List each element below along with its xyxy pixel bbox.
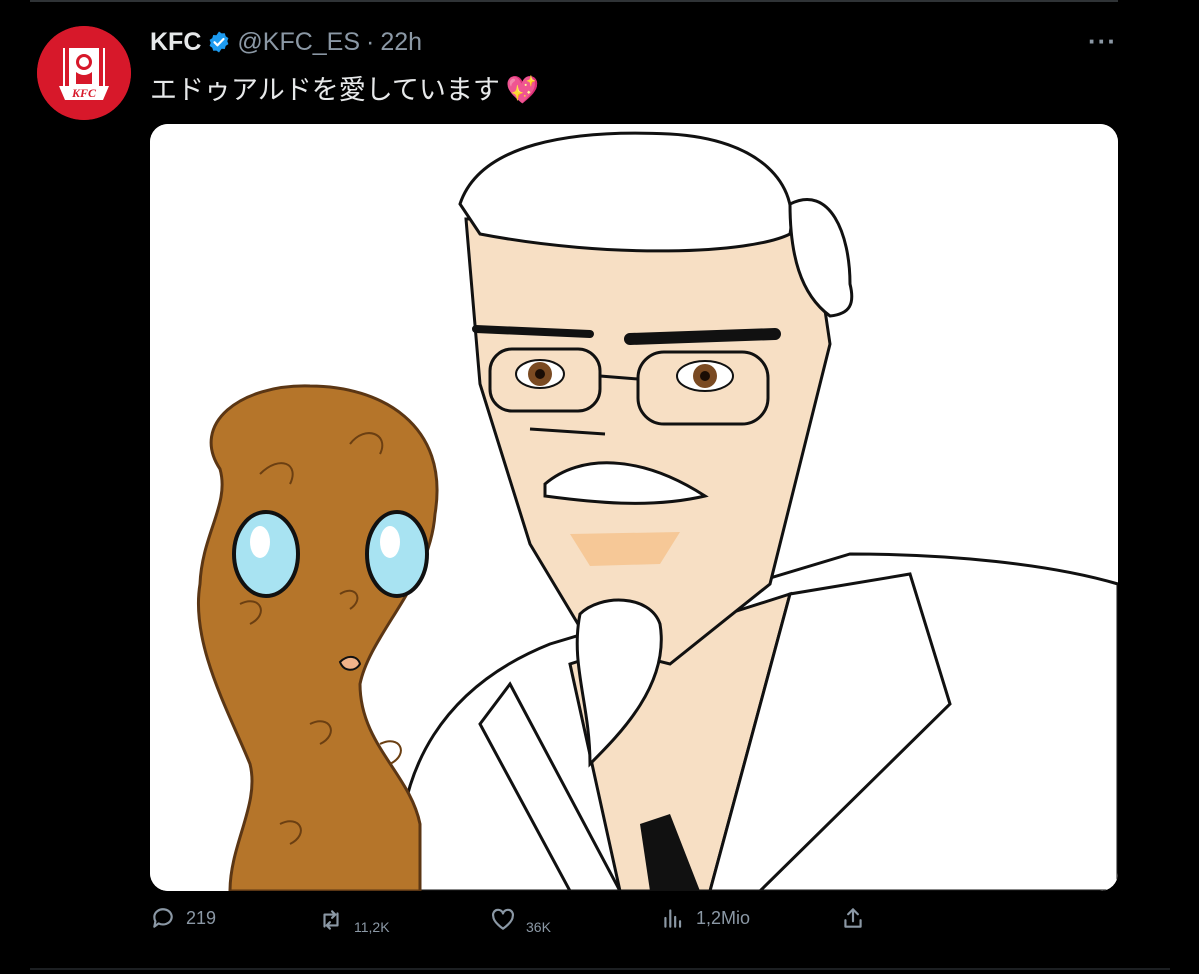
like-count: 36K [526,919,551,935]
reply-button[interactable]: 219 [150,905,216,931]
views-icon [664,909,682,928]
reply-icon [153,908,173,928]
eyebrow-right [624,328,781,345]
more-icon[interactable]: ··· [1088,26,1117,57]
author-name[interactable]: KFC [150,28,201,57]
retweet-icon [323,910,339,930]
illustration [150,124,1118,891]
reply-count: 219 [186,907,217,928]
tweet-text: エドゥアルドを愛しています 💖 [150,68,540,107]
sparkling-heart-emoji: 💖 [505,75,540,106]
share-button[interactable] [840,905,866,931]
like-button[interactable]: 36K [490,905,551,935]
top-divider [30,0,1118,2]
share-icon [844,908,862,928]
kfc-logo-text: KFC [71,86,97,100]
views-count: 1,2Mio [696,907,751,928]
retweet-count: 11,2K [354,919,390,935]
bottom-divider [30,968,1170,970]
like-icon [492,908,514,930]
retweet-button[interactable]: 11,2K [318,905,390,935]
header-separator: · [366,27,375,56]
tweet-timestamp[interactable]: 22h [380,28,422,57]
eyebrow-left [472,325,594,338]
tweet-header: KFC @KFC_ES · 22h [150,27,422,57]
tweet-body: エドゥアルドを愛しています [150,75,500,106]
views-button[interactable]: 1,2Mio [660,905,750,931]
tweet-media-image[interactable] [150,124,1118,891]
kfc-logo-icon: KFC [37,26,131,120]
avatar[interactable]: KFC [37,26,131,120]
verified-icon [209,31,229,53]
action-bar: 219 11,2K 36K 1,2Mio [150,905,1118,949]
author-handle[interactable]: @KFC_ES [237,28,360,57]
